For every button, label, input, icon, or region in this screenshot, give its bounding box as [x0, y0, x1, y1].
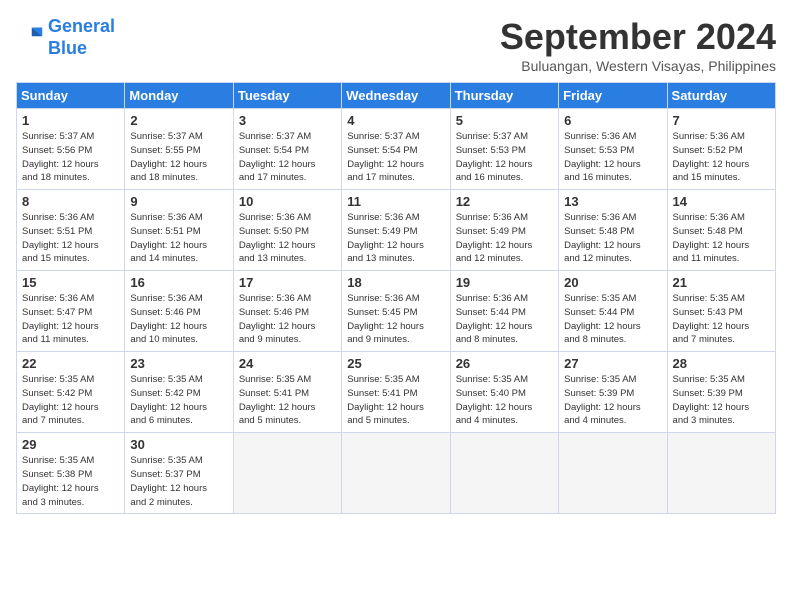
calendar-day-11: 11Sunrise: 5:36 AMSunset: 5:49 PMDayligh…	[342, 190, 450, 271]
calendar-day-15: 15Sunrise: 5:36 AMSunset: 5:47 PMDayligh…	[17, 271, 125, 352]
header-row: SundayMondayTuesdayWednesdayThursdayFrid…	[17, 83, 776, 109]
calendar-day-1: 1Sunrise: 5:37 AMSunset: 5:56 PMDaylight…	[17, 109, 125, 190]
calendar-week-5: 29Sunrise: 5:35 AMSunset: 5:38 PMDayligh…	[17, 433, 776, 514]
calendar-day-27: 27Sunrise: 5:35 AMSunset: 5:39 PMDayligh…	[559, 352, 667, 433]
location-subtitle: Buluangan, Western Visayas, Philippines	[500, 58, 776, 74]
header-saturday: Saturday	[667, 83, 775, 109]
calendar-day-18: 18Sunrise: 5:36 AMSunset: 5:45 PMDayligh…	[342, 271, 450, 352]
calendar-table: SundayMondayTuesdayWednesdayThursdayFrid…	[16, 82, 776, 514]
calendar-week-1: 1Sunrise: 5:37 AMSunset: 5:56 PMDaylight…	[17, 109, 776, 190]
calendar-day-22: 22Sunrise: 5:35 AMSunset: 5:42 PMDayligh…	[17, 352, 125, 433]
month-title: September 2024	[500, 16, 776, 58]
header-tuesday: Tuesday	[233, 83, 341, 109]
logo: General Blue	[16, 16, 115, 59]
logo-text: General Blue	[48, 16, 115, 59]
calendar-day-9: 9Sunrise: 5:36 AMSunset: 5:51 PMDaylight…	[125, 190, 233, 271]
logo-icon	[16, 24, 44, 52]
calendar-day-empty	[559, 433, 667, 514]
title-block: September 2024 Buluangan, Western Visaya…	[500, 16, 776, 74]
calendar-day-10: 10Sunrise: 5:36 AMSunset: 5:50 PMDayligh…	[233, 190, 341, 271]
calendar-day-6: 6Sunrise: 5:36 AMSunset: 5:53 PMDaylight…	[559, 109, 667, 190]
calendar-day-empty	[450, 433, 558, 514]
calendar-day-8: 8Sunrise: 5:36 AMSunset: 5:51 PMDaylight…	[17, 190, 125, 271]
header-friday: Friday	[559, 83, 667, 109]
calendar-day-25: 25Sunrise: 5:35 AMSunset: 5:41 PMDayligh…	[342, 352, 450, 433]
calendar-day-3: 3Sunrise: 5:37 AMSunset: 5:54 PMDaylight…	[233, 109, 341, 190]
header-thursday: Thursday	[450, 83, 558, 109]
calendar-day-7: 7Sunrise: 5:36 AMSunset: 5:52 PMDaylight…	[667, 109, 775, 190]
calendar-day-13: 13Sunrise: 5:36 AMSunset: 5:48 PMDayligh…	[559, 190, 667, 271]
calendar-day-19: 19Sunrise: 5:36 AMSunset: 5:44 PMDayligh…	[450, 271, 558, 352]
calendar-day-24: 24Sunrise: 5:35 AMSunset: 5:41 PMDayligh…	[233, 352, 341, 433]
header-monday: Monday	[125, 83, 233, 109]
calendar-day-16: 16Sunrise: 5:36 AMSunset: 5:46 PMDayligh…	[125, 271, 233, 352]
calendar-week-4: 22Sunrise: 5:35 AMSunset: 5:42 PMDayligh…	[17, 352, 776, 433]
calendar-day-14: 14Sunrise: 5:36 AMSunset: 5:48 PMDayligh…	[667, 190, 775, 271]
header-sunday: Sunday	[17, 83, 125, 109]
calendar-day-20: 20Sunrise: 5:35 AMSunset: 5:44 PMDayligh…	[559, 271, 667, 352]
calendar-day-2: 2Sunrise: 5:37 AMSunset: 5:55 PMDaylight…	[125, 109, 233, 190]
calendar-day-21: 21Sunrise: 5:35 AMSunset: 5:43 PMDayligh…	[667, 271, 775, 352]
calendar-day-28: 28Sunrise: 5:35 AMSunset: 5:39 PMDayligh…	[667, 352, 775, 433]
calendar-day-4: 4Sunrise: 5:37 AMSunset: 5:54 PMDaylight…	[342, 109, 450, 190]
calendar-day-29: 29Sunrise: 5:35 AMSunset: 5:38 PMDayligh…	[17, 433, 125, 514]
calendar-day-23: 23Sunrise: 5:35 AMSunset: 5:42 PMDayligh…	[125, 352, 233, 433]
calendar-day-17: 17Sunrise: 5:36 AMSunset: 5:46 PMDayligh…	[233, 271, 341, 352]
calendar-day-5: 5Sunrise: 5:37 AMSunset: 5:53 PMDaylight…	[450, 109, 558, 190]
calendar-week-3: 15Sunrise: 5:36 AMSunset: 5:47 PMDayligh…	[17, 271, 776, 352]
calendar-day-empty	[233, 433, 341, 514]
calendar-day-empty	[342, 433, 450, 514]
calendar-day-12: 12Sunrise: 5:36 AMSunset: 5:49 PMDayligh…	[450, 190, 558, 271]
calendar-week-2: 8Sunrise: 5:36 AMSunset: 5:51 PMDaylight…	[17, 190, 776, 271]
calendar-day-empty	[667, 433, 775, 514]
page-header: General Blue September 2024 Buluangan, W…	[16, 16, 776, 74]
header-wednesday: Wednesday	[342, 83, 450, 109]
calendar-day-26: 26Sunrise: 5:35 AMSunset: 5:40 PMDayligh…	[450, 352, 558, 433]
calendar-day-30: 30Sunrise: 5:35 AMSunset: 5:37 PMDayligh…	[125, 433, 233, 514]
